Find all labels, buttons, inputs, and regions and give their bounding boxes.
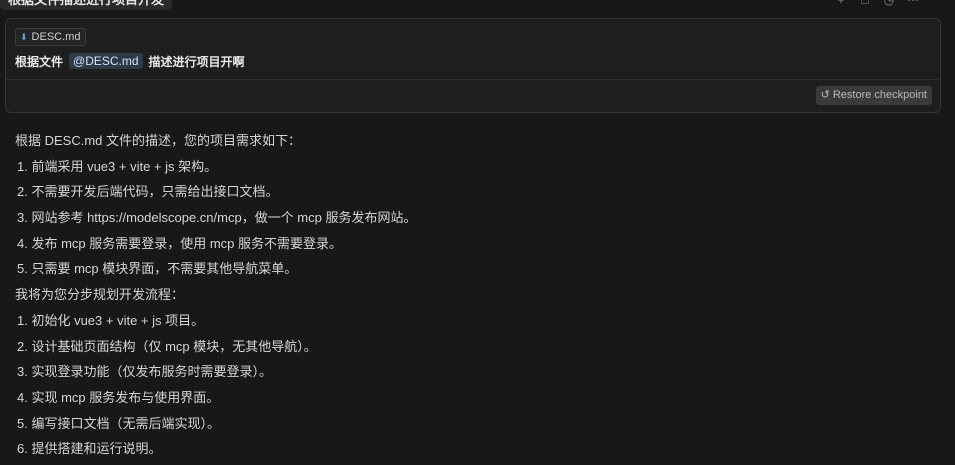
user-prompt-text: 根据文件 @DESC.md 描述进行项目开啊 (15, 52, 245, 70)
more-icon[interactable]: ⋯ (907, 0, 919, 7)
plan-step: 2. 设计基础页面结构（仅 mcp 模块，无其他导航）。 (17, 338, 317, 354)
prompt-text-before: 根据文件 (15, 54, 64, 69)
requirement-item: 5. 只需要 mcp 模块界面，不需要其他导航菜单。 (17, 261, 298, 277)
history-icon[interactable]: ◷ (883, 0, 895, 7)
requirement-item: 2. 不需要开发后端代码，只需给出接口文档。 (17, 184, 279, 200)
plan-step: 1. 初始化 vue3 + vite + js 项目。 (17, 312, 205, 328)
restore-checkpoint-label: Restore checkpoint (832, 89, 927, 101)
markdown-file-icon: ⬇ (20, 32, 28, 42)
undo-icon: ↺ (820, 89, 830, 101)
chat-title: 根据文件描述进行项目开发 (0, 0, 173, 10)
chat-header: 根据文件描述进行项目开发 + □ ◷ ⋯ (0, 0, 955, 12)
requirement-item: 4. 发布 mcp 服务需要登录，使用 mcp 服务不需要登录。 (17, 235, 343, 251)
file-mention[interactable]: @DESC.md (69, 53, 143, 69)
add-icon[interactable]: + (835, 0, 847, 7)
user-message-card[interactable]: ⬇ DESC.md 根据文件 @DESC.md 描述进行项目开啊 ↺ Resto… (5, 18, 941, 113)
card-divider (6, 79, 940, 80)
plan-step: 6. 提供搭建和运行说明。 (17, 441, 162, 457)
assistant-response: 根据 DESC.md 文件的描述，您的项目需求如下： 1. 前端采用 vue3 … (15, 131, 935, 465)
plan-step: 3. 实现登录功能（仅发布服务时需要登录）。 (17, 364, 272, 380)
attached-file-chip[interactable]: ⬇ DESC.md (15, 28, 87, 46)
new-chat-icon[interactable]: □ (859, 0, 871, 7)
requirement-item: 1. 前端采用 vue3 + vite + js 架构。 (17, 158, 218, 174)
plan-step: 4. 实现 mcp 服务发布与使用界面。 (17, 389, 220, 405)
plan-step: 5. 编写接口文档（无需后端实现）。 (17, 415, 220, 431)
prompt-text-after: 描述进行项目开啊 (148, 54, 245, 69)
attached-file-name: DESC.md (31, 31, 81, 43)
header-actions: + □ ◷ ⋯ (835, 0, 919, 7)
plan-intro: 我将为您分步规划开发流程： (15, 287, 185, 303)
response-intro: 根据 DESC.md 文件的描述，您的项目需求如下： (15, 133, 302, 148)
restore-checkpoint-button[interactable]: ↺ Restore checkpoint (815, 86, 932, 105)
requirement-item: 3. 网站参考 https://modelscope.cn/mcp，做一个 mc… (17, 210, 417, 226)
